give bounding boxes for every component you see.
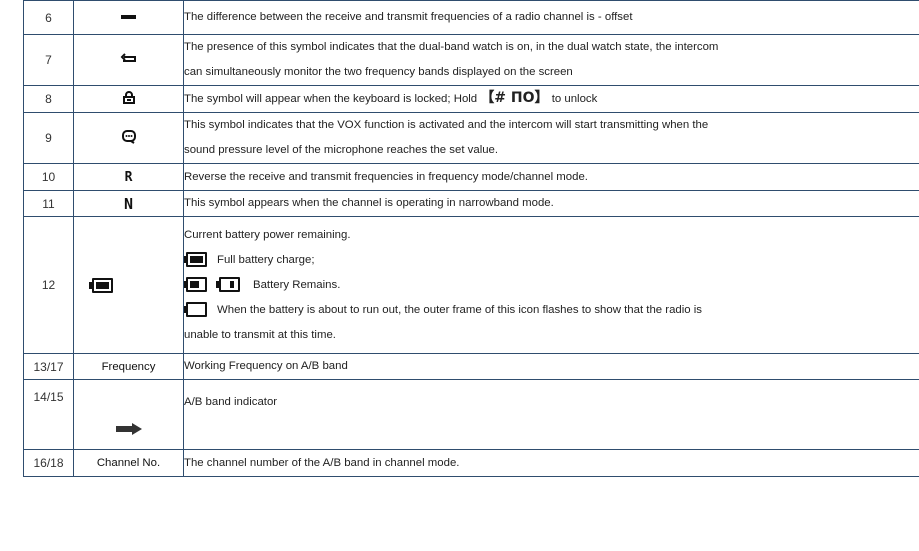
battery-empty-text-cont: unable to transmit at this time. bbox=[184, 328, 336, 341]
row-number: 8 bbox=[23, 85, 74, 113]
symbol-cell: Channel No. bbox=[73, 449, 184, 477]
vox-icon bbox=[121, 129, 136, 144]
battery-two-bar-icon bbox=[184, 276, 207, 292]
channel-no-label: Channel No. bbox=[96, 457, 161, 469]
row-number: 9 bbox=[23, 112, 74, 164]
description-line: sound pressure level of the microphone r… bbox=[184, 144, 499, 156]
symbol-cell bbox=[73, 85, 184, 113]
frequency-label: Frequency bbox=[101, 360, 156, 373]
table-row: 16/18 Channel No. The channel number of … bbox=[23, 449, 919, 477]
description-line: The presence of this symbol indicates th… bbox=[184, 41, 719, 53]
description-text: This symbol appears when the channel is … bbox=[184, 197, 554, 209]
keyboard-lock-icon bbox=[122, 91, 135, 104]
row-number: 16/18 bbox=[23, 449, 74, 477]
battery-empty-line: When the battery is about to run out, th… bbox=[184, 298, 919, 323]
description-text: The channel number of the A/B band in ch… bbox=[184, 456, 460, 469]
description-text: Reverse the receive and transmit frequen… bbox=[184, 170, 588, 183]
symbol-cell bbox=[73, 216, 184, 354]
row-number: 7 bbox=[23, 34, 74, 86]
reverse-r-icon: R bbox=[124, 169, 133, 185]
description-text: Working Frequency on A/B band bbox=[184, 360, 348, 372]
description-line: can simultaneously monitor the two frequ… bbox=[184, 66, 573, 78]
row-number: 6 bbox=[23, 0, 74, 35]
unlock-key-combo: 【# ΠΟ】 bbox=[480, 90, 549, 106]
right-arrow-icon bbox=[115, 422, 142, 435]
description-cell: This symbol indicates that the VOX funct… bbox=[183, 112, 919, 164]
description-text: The symbol will appear when the keyboard… bbox=[184, 93, 481, 105]
row-number: 14/15 bbox=[23, 379, 74, 450]
symbol-cell: N bbox=[73, 190, 184, 217]
battery-remains-line: Battery Remains. bbox=[184, 273, 919, 298]
symbol-cell bbox=[73, 34, 184, 86]
description-cell: This symbol appears when the channel is … bbox=[183, 190, 919, 217]
table-row: 6 The difference between the receive and… bbox=[23, 0, 919, 35]
battery-full-text: Full battery charge; bbox=[217, 253, 315, 266]
table-row: 12 Current battery power remaining. Full… bbox=[23, 216, 919, 354]
table-row: 10 R Reverse the receive and transmit fr… bbox=[23, 163, 919, 191]
battery-full-line: Full battery charge; bbox=[184, 248, 919, 273]
row-number: 11 bbox=[23, 190, 74, 217]
description-cell: Working Frequency on A/B band bbox=[183, 353, 919, 380]
dual-watch-loop-icon bbox=[120, 52, 136, 62]
description-cell: The difference between the receive and t… bbox=[183, 0, 919, 35]
battery-remains-text: Battery Remains. bbox=[253, 278, 341, 291]
battery-one-bar-icon bbox=[216, 276, 240, 292]
table-row: 14/15 A/B band indicator bbox=[23, 379, 919, 450]
minus-sign-icon bbox=[121, 15, 136, 20]
description-line: This symbol indicates that the VOX funct… bbox=[184, 119, 709, 131]
battery-full-icon bbox=[89, 277, 113, 293]
symbol-cell: R bbox=[73, 163, 184, 191]
battery-empty-icon bbox=[184, 301, 207, 317]
symbol-cell bbox=[73, 0, 184, 35]
table-row: 9 This symbol indicates that the VOX fun… bbox=[23, 112, 919, 164]
description-text: The difference between the receive and t… bbox=[184, 11, 633, 23]
narrowband-n-icon: N bbox=[123, 194, 134, 213]
row-number: 10 bbox=[23, 163, 74, 191]
battery-full-icon bbox=[184, 251, 207, 267]
row-number: 13/17 bbox=[23, 353, 74, 380]
description-cell: The presence of this symbol indicates th… bbox=[183, 34, 919, 86]
description-cell: The channel number of the A/B band in ch… bbox=[183, 449, 919, 477]
symbol-cell bbox=[73, 379, 184, 450]
battery-title: Current battery power remaining. bbox=[184, 228, 351, 241]
table-row: 7 The presence of this symbol indicates … bbox=[23, 34, 919, 86]
description-cell: A/B band indicator bbox=[183, 379, 919, 450]
row-number: 12 bbox=[23, 216, 74, 354]
description-text: A/B band indicator bbox=[184, 396, 278, 408]
symbol-cell: Frequency bbox=[73, 353, 184, 380]
description-cell: Reverse the receive and transmit frequen… bbox=[183, 163, 919, 191]
table-row: 13/17 Frequency Working Frequency on A/B… bbox=[23, 353, 919, 380]
table-row: 8 The symbol will appear when the keyboa… bbox=[23, 85, 919, 113]
symbol-cell bbox=[73, 112, 184, 164]
description-text: to unlock bbox=[548, 93, 598, 105]
battery-empty-text: When the battery is about to run out, th… bbox=[217, 303, 703, 316]
description-cell: Current battery power remaining. Full ba… bbox=[183, 216, 919, 354]
description-cell: The symbol will appear when the keyboard… bbox=[183, 85, 919, 113]
symbol-table: 6 The difference between the receive and… bbox=[23, 0, 919, 477]
table-row: 11 N This symbol appears when the channe… bbox=[23, 190, 919, 217]
